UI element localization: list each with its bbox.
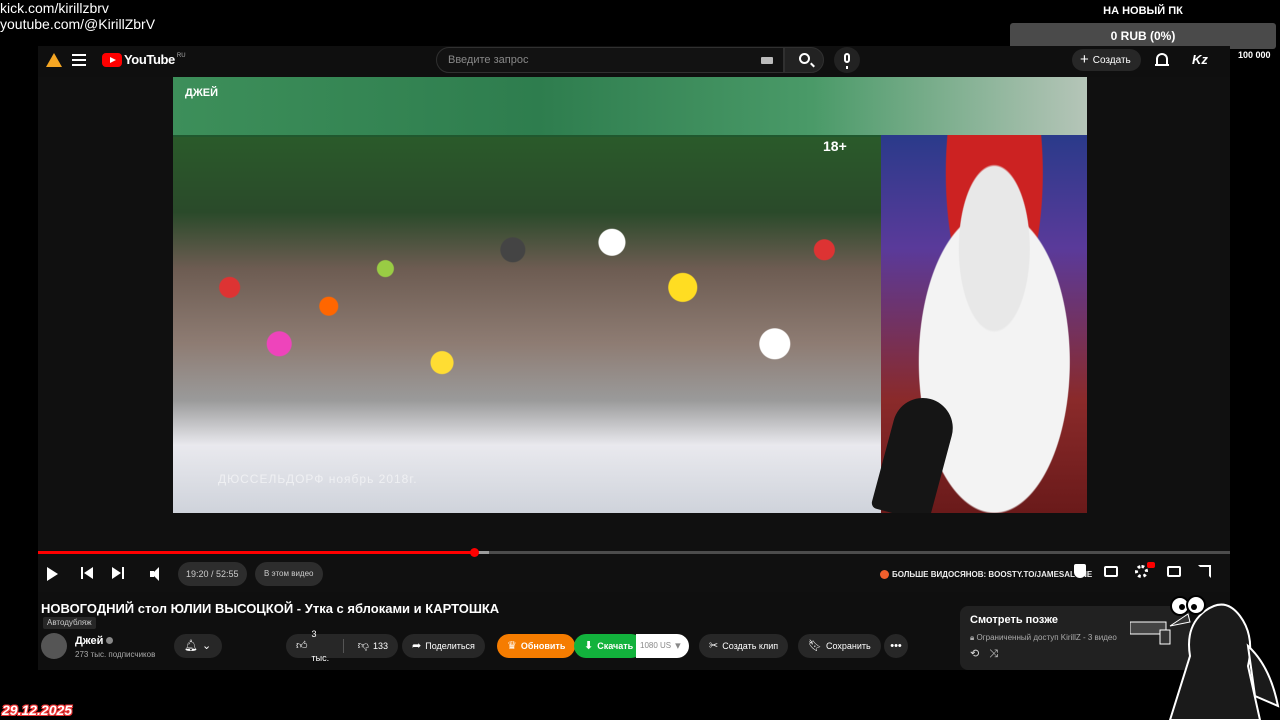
bell-icon: 🔔︎ [184,639,198,652]
like-button[interactable]: 👍︎ 3 тыс. [286,629,339,663]
search-box [436,47,784,73]
fullscreen-icon[interactable] [1198,565,1211,578]
watch-later-meta-text: Ограниченный доступ KirillZ - 3 видео [976,633,1117,642]
search-input[interactable] [437,48,727,72]
country-code: RU [176,52,186,59]
repeat-icon[interactable]: ⟲ [970,648,989,660]
chevron-down-icon: ⌄ [201,639,212,652]
like-count: 3 тыс. [311,629,330,663]
voice-search-button[interactable] [834,47,860,73]
save-button[interactable]: 🔖︎ Сохранить [798,634,881,658]
like-dislike-group: 👍︎ 3 тыс. 👎︎ 133 [286,629,398,663]
dislike-count: 133 [372,641,388,651]
thumbs-up-icon: 👍︎ [296,639,308,652]
keyboard-icon[interactable] [761,57,773,64]
create-button[interactable]: + Создать [1072,49,1141,71]
quality-label: 1080 US [640,641,672,650]
more-actions-button[interactable]: ••• [884,634,908,658]
menu-icon[interactable] [72,54,86,66]
next-icon[interactable] [112,567,124,579]
stream-date: 29.12.2025 [2,702,73,718]
autodub-badge: Автодубляж [43,617,96,629]
create-clip-button[interactable]: ✂ Создать клип [699,634,789,658]
player-controls: 19:20 / 52:55 В этом видео БОЛЬШЕ ВИДОСЯ… [38,559,1230,589]
youtube-link: youtube.com/@KirillZbrV [0,16,156,32]
share-button[interactable]: ➦ Поделиться [402,634,485,658]
dislike-button[interactable]: 👎︎ 133 [348,634,398,658]
verified-icon [106,637,114,644]
upgrade-button[interactable]: ♛ Обновить [497,634,576,658]
stream-links: kick.com/kirillzbrv youtube.com/@KirillZ… [0,0,155,32]
crow-mascot [1130,595,1280,720]
youtube-logo[interactable]: YouTube RU [102,52,186,67]
video-title: НОВОГОДНИЙ стол ЮЛИИ ВЫСОЦКОЙ - Утка с я… [41,601,500,616]
caret-down-icon: ▾ [675,639,681,652]
time-display: 19:20 / 52:55 [178,562,247,586]
download-button[interactable]: ⬇ Скачать [574,634,644,658]
youtube-window: YouTube RU + Создать Kz ДЖЕЙ 18+ ДЮССЕЛЬ… [38,46,1230,670]
goal-title: НА НОВЫЙ ПК [1103,5,1183,17]
bookmark-icon: 🔖︎ [808,639,822,652]
create-label: Создать [1092,54,1131,66]
more-icon: ••• [890,639,902,652]
hd-badge [1147,562,1155,568]
mic-icon [844,53,850,69]
download-label: Скачать [597,641,634,651]
kick-link: kick.com/kirillzbrv [0,0,109,16]
crown-icon: ♛ [507,639,517,652]
play-icon[interactable] [47,567,58,581]
video-player[interactable]: ДЖЕЙ 18+ ДЮССЕЛЬДОРФ ноябрь 2018г. 19:20… [38,77,1230,592]
youtube-play-icon [102,52,122,67]
warning-icon[interactable] [46,53,62,67]
upgrade-label: Обновить [520,641,566,651]
gear-icon[interactable] [1135,565,1148,578]
clip-label: Создать клип [722,641,779,651]
boosty-banner: БОЛЬШЕ ВИДОСЯНОВ: BOOSTY.TO/JAMESALONE [880,570,1092,579]
progress-bar[interactable] [38,548,1230,557]
theater-mode-icon[interactable] [1167,566,1181,577]
channel-name[interactable]: Джей [75,635,114,647]
plus-icon: + [1080,51,1089,68]
masthead: YouTube RU + Создать Kz [38,46,1230,74]
channel-name-text[interactable]: Джей [75,635,103,647]
video-channel-tag: ДЖЕЙ [185,87,219,99]
goal-max: 100 000 [1238,50,1271,60]
video-frame[interactable]: ДЖЕЙ 18+ ДЮССЕЛЬДОРФ ноябрь 2018г. [173,77,1087,513]
shield-icon[interactable] [1074,564,1086,578]
volume-icon[interactable] [150,567,164,581]
video-caption: ДЮССЕЛЬДОРФ ноябрь 2018г. [218,472,418,486]
logo-text: YouTube [124,52,175,67]
account-avatar[interactable]: Kz [1192,52,1208,67]
like-divider [343,639,344,653]
search-icon [799,53,810,64]
notifications-bell-icon[interactable] [1155,53,1169,66]
share-label: Поделиться [425,641,475,651]
channel-avatar[interactable] [41,633,67,659]
boosty-icon [880,570,889,579]
previous-icon[interactable] [81,567,93,579]
scrubber-handle[interactable] [470,548,480,557]
video-top-band [173,77,1087,135]
shuffle-icon[interactable]: ⤨ [989,648,1008,660]
age-rating: 18+ [823,138,847,154]
search-button[interactable] [784,47,824,73]
subscriber-count: 273 тыс. подписчиков [75,650,156,659]
save-label: Сохранить [825,641,871,651]
ornament-shop-scene [173,137,881,513]
chapter-button[interactable]: В этом видео [255,562,323,586]
scissors-icon: ✂ [709,639,719,652]
subtitles-icon[interactable] [1104,566,1118,577]
thumbs-down-icon: 👎︎ [357,639,369,652]
boosty-text: БОЛЬШЕ ВИДОСЯНОВ: BOOSTY.TO/JAMESALONE [892,570,1093,579]
download-icon: ⬇ [584,639,594,652]
quality-select[interactable]: 1080 US ▾ [636,634,689,658]
lock-icon: 🔒︎ [970,633,975,642]
subscription-bell-button[interactable]: 🔔︎ ⌄ [174,634,222,658]
played-bar [38,551,475,554]
donation-goal: НА НОВЫЙ ПК 0 RUB (0%) [1010,4,1276,49]
share-icon: ➦ [412,639,422,652]
